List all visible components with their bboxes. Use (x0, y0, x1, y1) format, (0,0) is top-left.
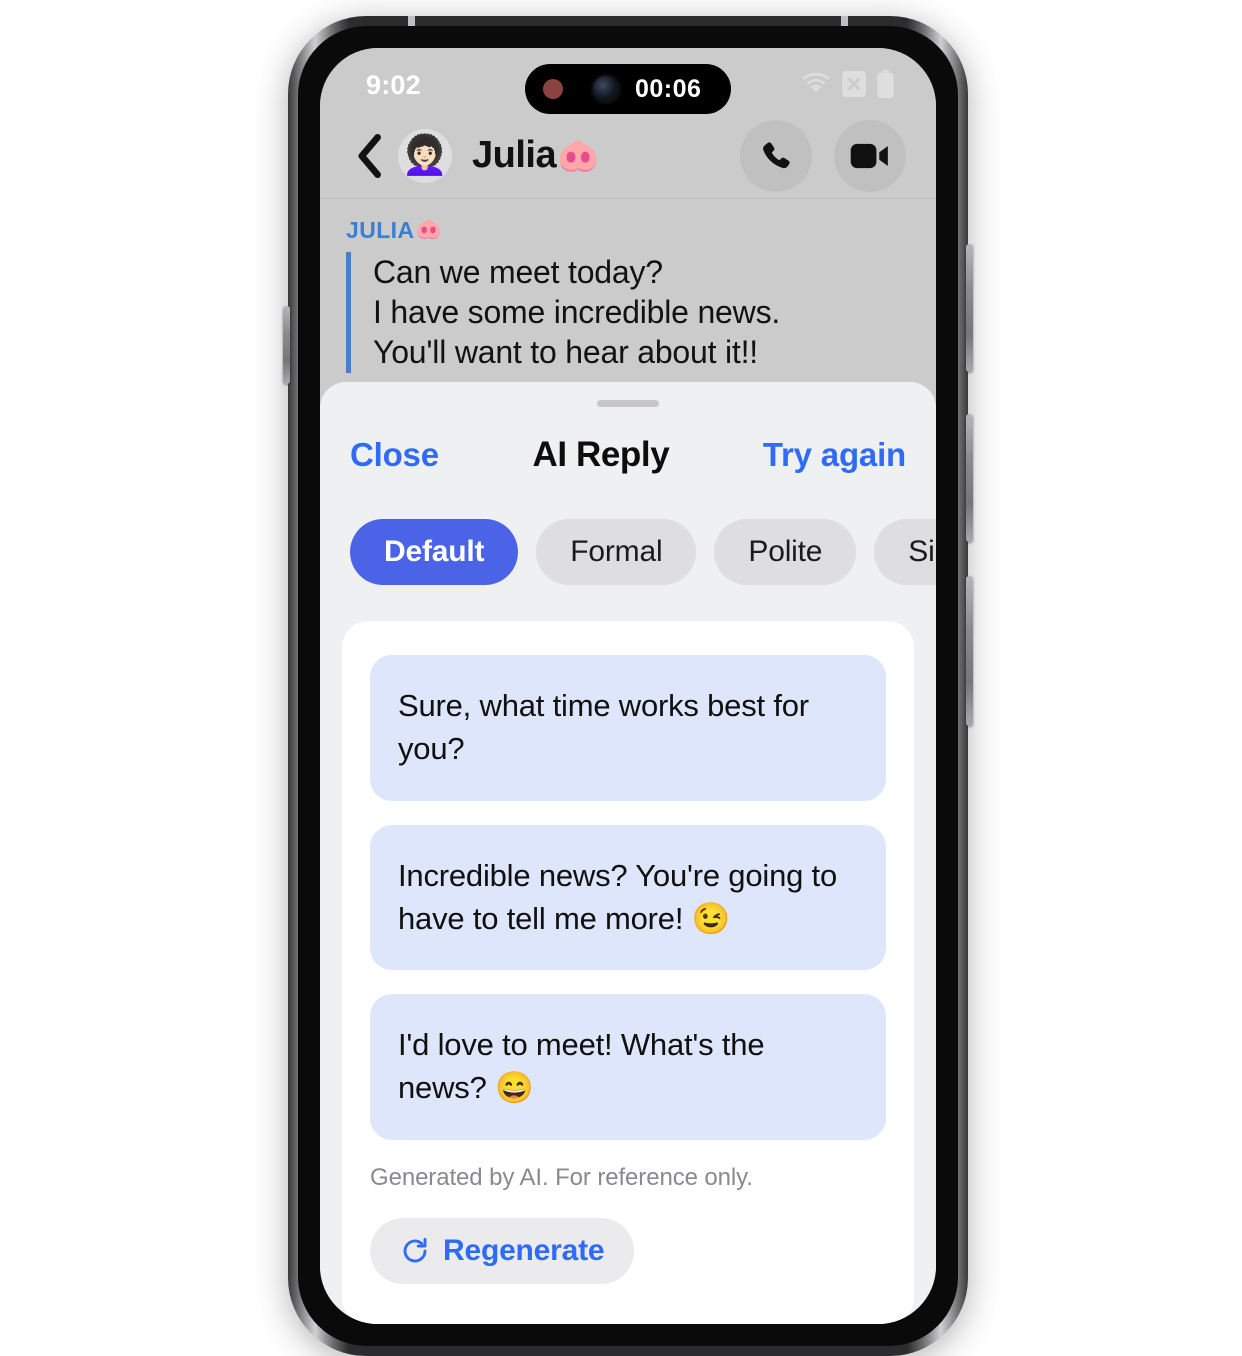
camera-lens-icon (593, 76, 619, 102)
phone-icon (763, 142, 790, 168)
phone-screen: 9:02 00:06 (320, 48, 936, 1324)
video-call-button[interactable] (834, 119, 906, 192)
refresh-icon (403, 1237, 427, 1263)
quoted-message: Can we meet today? I have some incredibl… (346, 251, 910, 373)
video-camera-icon (850, 143, 888, 168)
battery-icon (877, 70, 894, 103)
quoted-sender-label: JULIA 🐽 (346, 217, 910, 244)
volume-up-button[interactable] (966, 244, 973, 372)
quoted-sender-name: JULIA (346, 216, 415, 243)
ai-reply-sheet: Close AI Reply Try again Default Formal … (320, 382, 936, 1324)
sheet-drag-handle[interactable] (597, 400, 659, 408)
chevron-left-icon (358, 133, 381, 178)
tone-chip-list[interactable]: Default Formal Polite Sincere (320, 475, 936, 586)
phone-bezel: 9:02 00:06 (298, 26, 958, 1346)
status-bar-clock: 9:02 (366, 70, 421, 100)
quoted-sender-emoji: 🐽 (415, 218, 443, 242)
power-button[interactable] (966, 576, 973, 726)
reply-suggestion[interactable]: Sure, what time works best for you? (370, 655, 886, 801)
regenerate-label: Regenerate (443, 1234, 605, 1267)
conversation-area: JULIA 🐽 Can we meet today? I have some in… (320, 198, 936, 383)
reply-suggestion[interactable]: I'd love to meet! What's the news? 😄 (370, 994, 886, 1140)
try-again-button[interactable]: Try again (763, 436, 906, 474)
status-bar: 9:02 00:06 (320, 48, 936, 114)
page-title: AI Reply (532, 435, 670, 475)
action-button[interactable] (283, 306, 290, 384)
tone-chip-polite[interactable]: Polite (714, 519, 857, 586)
tone-chip-sincere[interactable]: Sincere (874, 519, 936, 586)
ai-replies-card: Sure, what time works best for you? Incr… (342, 621, 914, 1324)
regenerate-button[interactable]: Regenerate (370, 1218, 635, 1284)
volume-down-button[interactable] (966, 414, 973, 542)
sim-disabled-icon (842, 71, 866, 102)
tone-chip-default[interactable]: Default (350, 519, 519, 586)
quoted-line: Can we meet today? (373, 253, 663, 290)
close-button[interactable]: Close (350, 436, 439, 474)
sheet-header: Close AI Reply Try again (320, 407, 936, 475)
quoted-line: I have some incredible news. (373, 293, 781, 330)
contact-name[interactable]: Julia 🐽 (472, 134, 599, 177)
contact-name-text: Julia (472, 134, 557, 177)
chat-header: 👩🏻‍🦱 Julia 🐽 (320, 113, 936, 199)
voice-call-button[interactable] (740, 119, 812, 192)
reply-suggestion[interactable]: Incredible news? You're going to have to… (370, 824, 886, 971)
status-bar-icons (801, 70, 894, 103)
tone-chip-formal[interactable]: Formal (536, 519, 697, 586)
record-dot-icon (543, 79, 563, 99)
wifi-icon (801, 72, 831, 100)
back-button[interactable] (346, 133, 392, 179)
recording-timer: 00:06 (635, 74, 702, 103)
ai-disclaimer: Generated by AI. For reference only. (370, 1164, 753, 1191)
contact-name-emoji: 🐽 (557, 136, 599, 175)
phone-device-frame: 9:02 00:06 (283, 16, 973, 1356)
chat-header-actions (740, 119, 906, 192)
quoted-line: You'll want to hear about it!! (373, 334, 758, 371)
dynamic-island[interactable]: 00:06 (525, 64, 731, 114)
avatar[interactable]: 👩🏻‍🦱 (398, 128, 452, 183)
